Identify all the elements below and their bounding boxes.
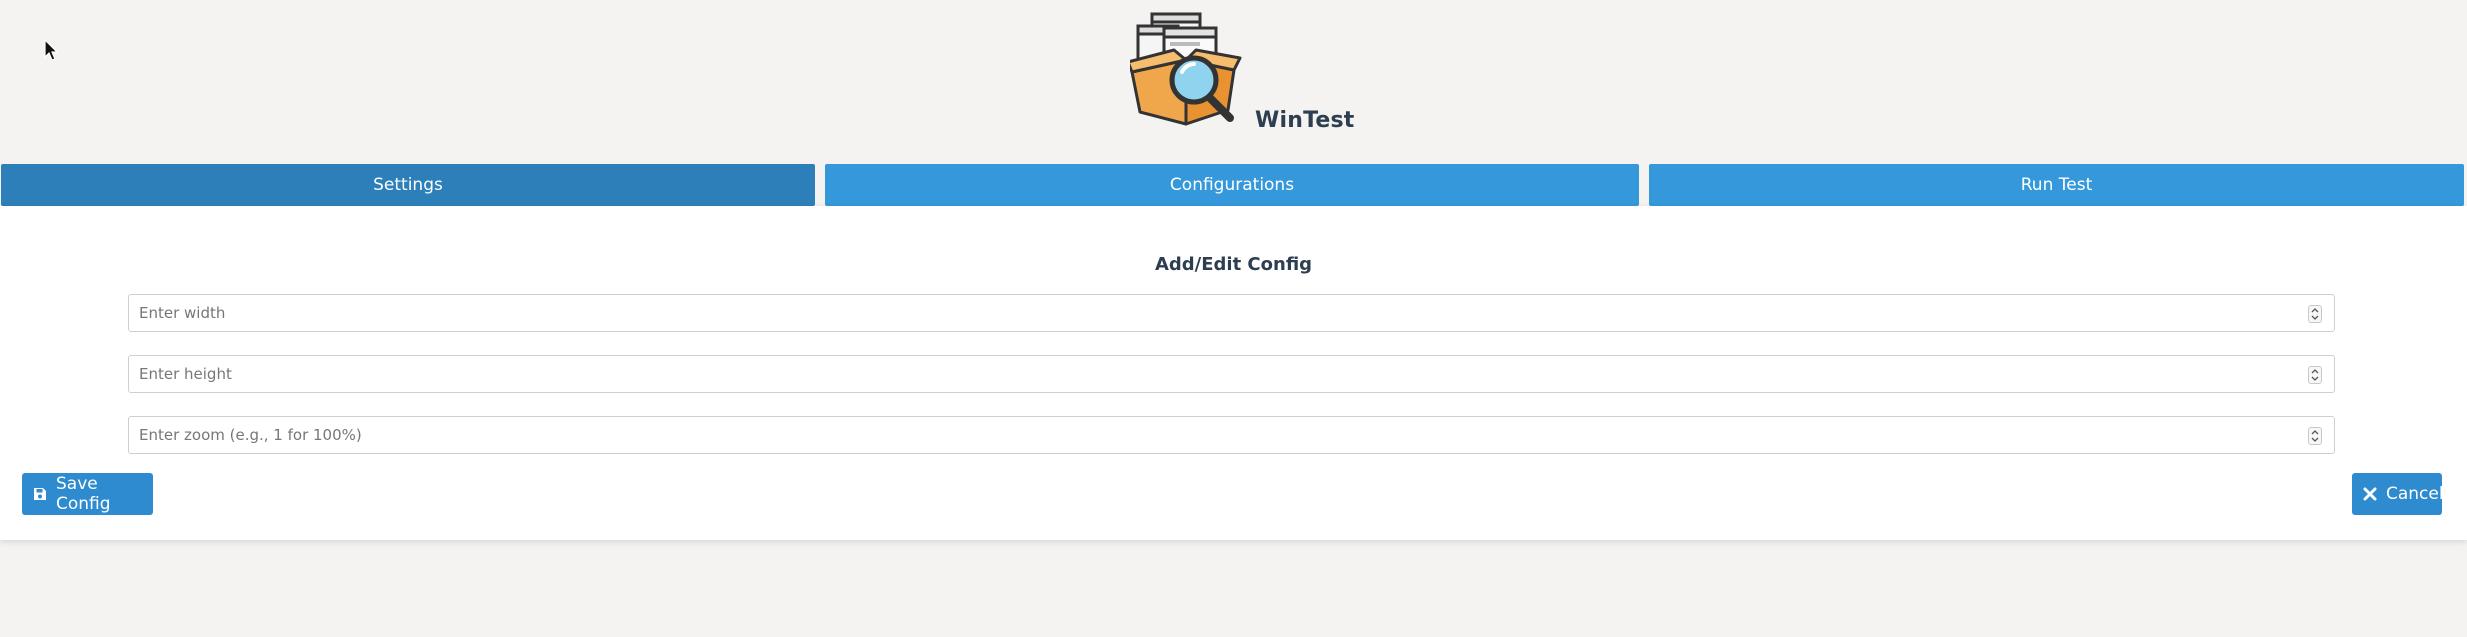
width-input[interactable]: [129, 295, 2289, 331]
height-stepper-icon[interactable]: [2308, 366, 2322, 384]
height-field: [128, 355, 2335, 393]
box-magnifier-logo: [1130, 12, 1242, 126]
app-header: WinTest: [0, 0, 2467, 160]
close-icon: [2362, 486, 2378, 502]
app-title: WinTest: [1255, 108, 1355, 133]
tab-settings[interactable]: Settings: [1, 164, 815, 206]
tab-configurations[interactable]: Configurations: [825, 164, 1639, 206]
form-title: Add/Edit Config: [1154, 254, 1313, 275]
tab-bar: Settings Configurations Run Test: [0, 164, 2467, 206]
save-config-label: Save Config: [56, 474, 111, 514]
zoom-stepper-icon[interactable]: [2308, 427, 2322, 445]
cancel-label: Cancel: [2386, 484, 2444, 504]
cancel-button[interactable]: Cancel: [2352, 473, 2444, 515]
zoom-input[interactable]: [129, 417, 2289, 453]
width-stepper-icon[interactable]: [2308, 305, 2322, 323]
width-field: [128, 294, 2335, 332]
floppy-disk-icon: [32, 486, 48, 502]
height-input[interactable]: [129, 356, 2289, 392]
tab-run-test[interactable]: Run Test: [1649, 164, 2464, 206]
save-config-button[interactable]: Save Config: [22, 473, 153, 515]
config-form-panel: Add/Edit Config Enter width Enter height…: [0, 206, 2467, 540]
zoom-field: [128, 416, 2335, 454]
